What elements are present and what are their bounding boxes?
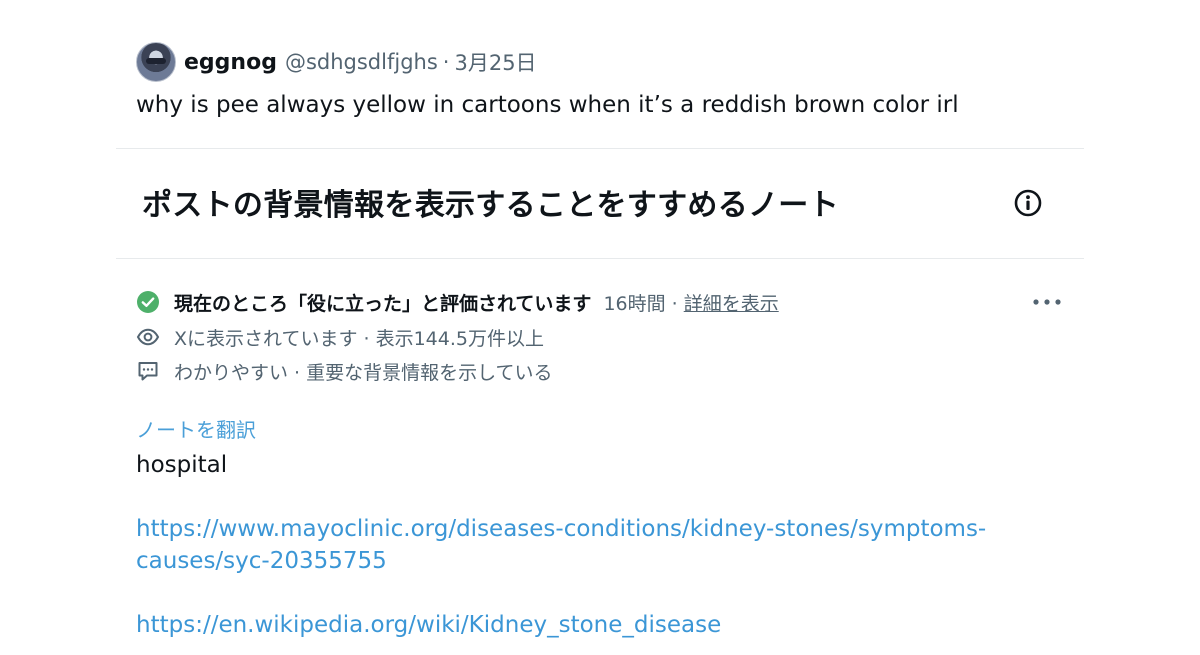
note-title: ポストの背景情報を表示することをすすめるノート (142, 188, 839, 223)
info-icon[interactable] (1013, 188, 1043, 218)
wikipedia-link-text: https://en.wikipedia.org/wiki/Kidney_sto… (136, 612, 722, 638)
divider (116, 148, 1084, 149)
wikipedia-link[interactable]: https://en.wikipedia.org/wiki/Kidney_sto… (136, 612, 721, 638)
user-handle[interactable]: @sdhgsdlfjghs (285, 50, 438, 74)
tweet-text: why is pee always yellow in cartoons whe… (136, 92, 959, 118)
mayoclinic-link-line2: causes/syc-20355755 (136, 548, 387, 574)
mayoclinic-link-line1: https://www.mayoclinic.org/diseases-cond… (136, 516, 987, 542)
tweet-header: eggnog @sdhgsdlfjghs · 3月25日 (136, 42, 1096, 82)
views-text: Xに表示されています · 表示144.5万件以上 (174, 327, 544, 350)
views-row: Xに表示されています · 表示144.5万件以上 (136, 322, 544, 352)
separator-dot: · (442, 50, 450, 74)
note-body: hospital https://www.mayoclinic.org/dise… (136, 449, 1056, 641)
details-link[interactable]: 詳細を表示 (684, 289, 779, 316)
translate-note-link[interactable]: ノートを翻訳 (136, 414, 256, 443)
helpful-reasons-row: わかりやすい · 重要な背景情報を示している (136, 356, 553, 386)
avatar[interactable] (136, 42, 176, 82)
tweet: eggnog @sdhgsdlfjghs · 3月25日 why is pee … (136, 42, 1096, 120)
mayoclinic-link[interactable]: https://www.mayoclinic.org/diseases-cond… (136, 516, 986, 574)
note-status: 現在のところ「役に立った」と評価されています (174, 292, 592, 315)
more-icon[interactable] (1030, 290, 1064, 314)
display-name[interactable]: eggnog (184, 50, 277, 75)
note-status-row: 現在のところ「役に立った」と評価されています 16時間 · 詳細を表示 (136, 287, 779, 317)
tweet-date[interactable]: 3月25日 (454, 47, 536, 77)
comment-icon (138, 362, 158, 381)
note-time: 16時間 · (603, 292, 678, 315)
check-circle-icon (137, 291, 159, 313)
eye-icon (136, 328, 160, 346)
divider (116, 258, 1084, 259)
helpful-reasons-text: わかりやすい · 重要な背景情報を示している (174, 361, 553, 384)
note-body-text: hospital (136, 452, 228, 478)
